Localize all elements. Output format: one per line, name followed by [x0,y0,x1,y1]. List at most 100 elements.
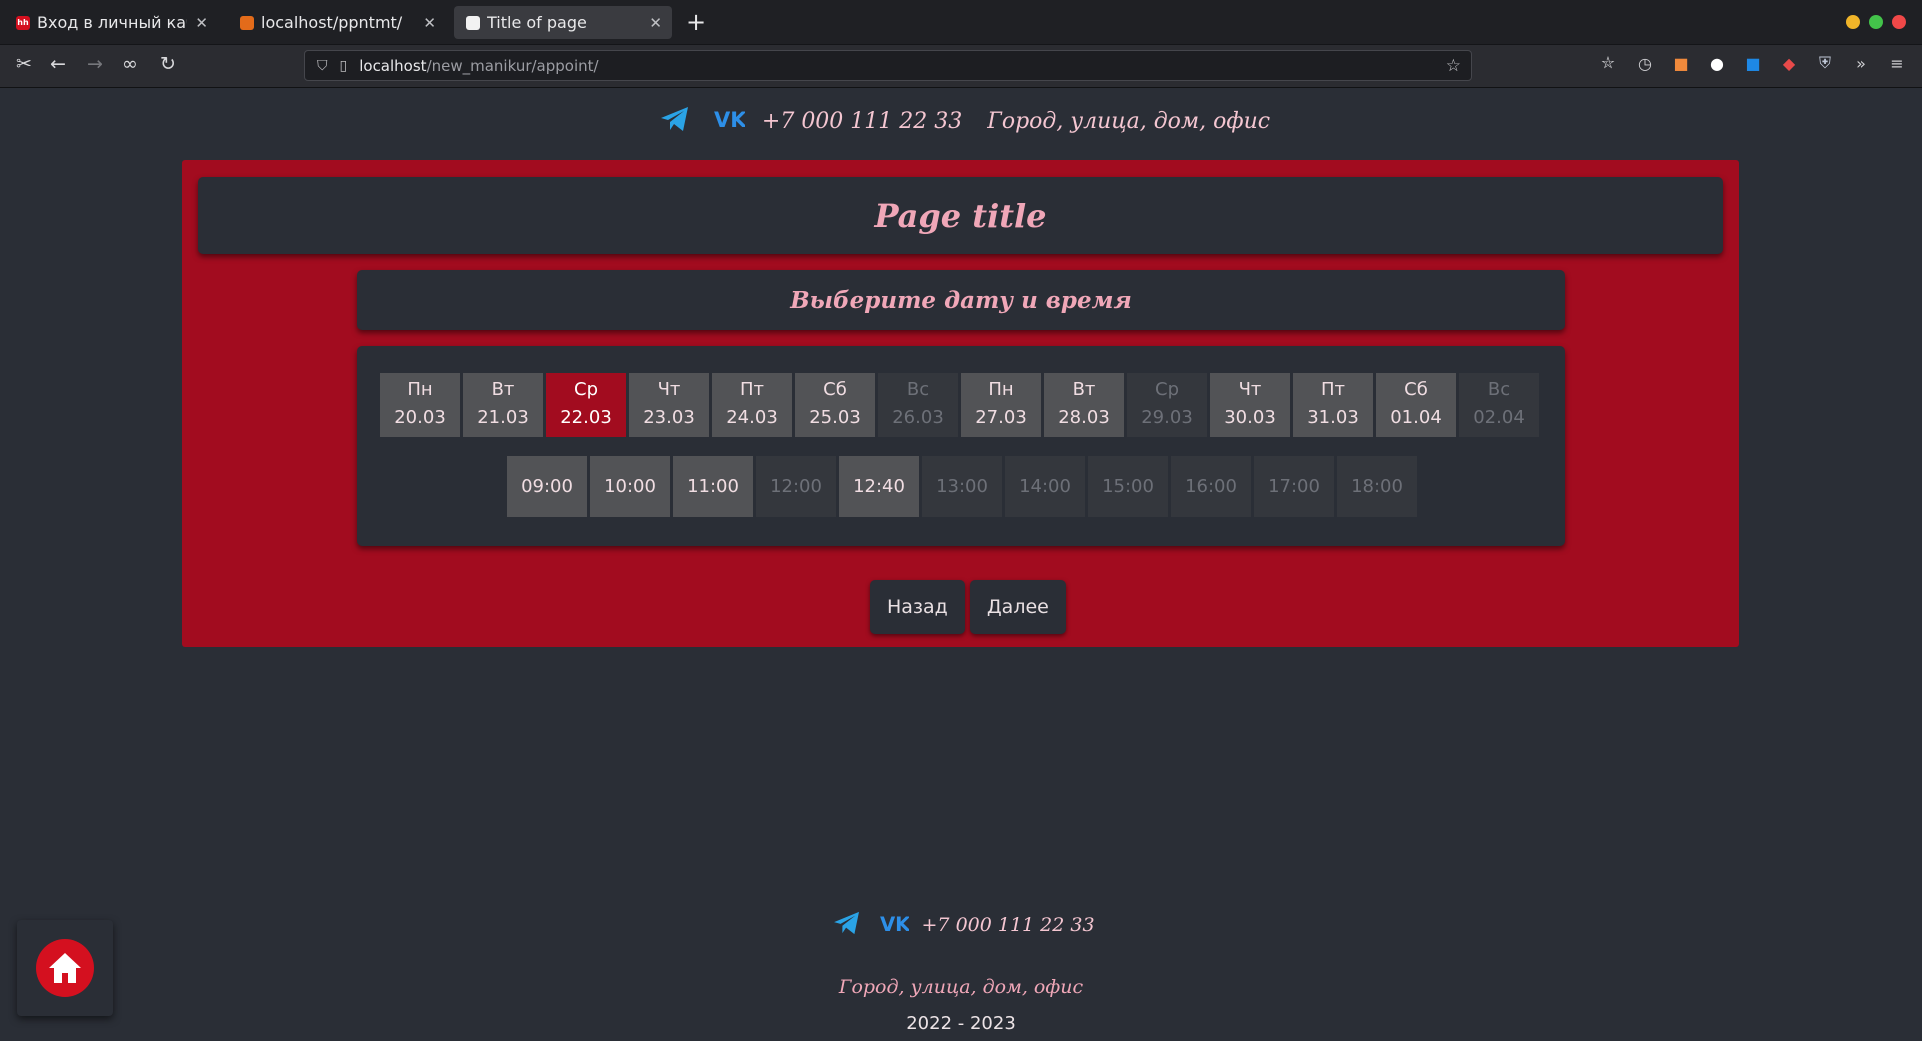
overflow-chevrons-icon[interactable]: » [1852,54,1870,73]
pocket-icon[interactable]: ⛥ [1599,53,1617,72]
day-date: 28.03 [1058,407,1110,428]
browser-tab-2[interactable]: localhost/ppntmt/ ✕ [228,6,446,39]
browser-tab-1[interactable]: hh Вход в личный кабинет ✕ [4,6,218,39]
page-favicon-icon [466,15,480,30]
footer-phone[interactable]: +7 000 111 22 33 [922,914,1095,936]
day-name: Пн [988,379,1014,400]
svg-text:VK: VK [880,914,909,933]
day-name: Сб [1404,379,1428,400]
close-tab-icon[interactable]: ✕ [195,14,208,32]
telegram-icon[interactable] [833,911,861,940]
day-cell[interactable]: Вт 28.03 [1044,373,1124,437]
day-name: Пн [407,379,433,400]
minimize-icon[interactable] [1846,15,1860,29]
day-name: Пт [739,379,765,400]
day-date: 20.03 [394,407,446,428]
day-cell[interactable]: Сб 25.03 [795,373,875,437]
appointment-panel: Page title Выберите дату и время Пн 20.03… [182,160,1739,647]
back-arrow-icon[interactable]: ← [50,53,66,75]
shield-extension-icon[interactable]: ⛨ [1816,53,1834,72]
time-slot-disabled: 13:00 [922,456,1002,517]
site-favicon-icon [240,15,254,30]
day-cell[interactable]: Пт 31.03 [1293,373,1373,437]
forward-arrow-icon[interactable]: → [87,53,103,75]
day-cell[interactable]: Чт 23.03 [629,373,709,437]
screenshot-icon[interactable]: ✂ [16,53,32,75]
time-slot-disabled: 17:00 [1254,456,1334,517]
trash-extension-icon[interactable]: ■ [1672,54,1690,73]
footer-years: 2022 - 2023 [906,1013,1016,1034]
private-mask-icon[interactable]: ∞ [122,53,138,75]
menu-hamburger-icon[interactable]: ≡ [1888,54,1906,73]
day-date: 24.03 [726,407,778,428]
close-tab-icon[interactable]: ✕ [423,14,436,32]
time-slot[interactable]: 12:40 [839,456,919,517]
close-window-icon[interactable] [1892,15,1906,29]
time-slot[interactable]: 11:00 [673,456,753,517]
footer-address: Город, улица, дом, офис [838,976,1084,998]
tab-title: localhost/ppntmt/ [261,13,403,32]
day-date: 30.03 [1224,407,1276,428]
tab-title: Вход в личный кабинет [37,13,187,32]
day-cell[interactable]: Вт 21.03 [463,373,543,437]
header-address: Город, улица, дом, офис [987,109,1271,134]
time-slot[interactable]: 10:00 [590,456,670,517]
vk-icon[interactable]: VK [879,913,911,938]
day-date: 26.03 [892,407,944,428]
day-name: Чт [1238,379,1262,400]
step-navigation: Назад Далее [870,580,1066,634]
date-time-picker: Пн 20.03 Вт 21.03 Ср 22.03 Чт 23.03 Пт 24.03 … [357,346,1565,546]
day-date: 02.04 [1473,407,1525,428]
day-name: Пт [1320,379,1346,400]
day-name: Ср [574,379,598,400]
url-path: /new_manikur/appoint/ [426,56,599,75]
day-cell-disabled: Ср 29.03 [1127,373,1207,437]
day-name: Сб [823,379,847,400]
day-date: 21.03 [477,407,529,428]
back-button[interactable]: Назад [870,580,965,634]
next-button[interactable]: Далее [969,580,1066,634]
header-phone[interactable]: +7 000 111 22 33 [762,109,962,134]
time-slot-disabled: 14:00 [1005,456,1085,517]
new-tab-icon[interactable]: + [686,8,706,36]
eraser-extension-icon[interactable]: ◆ [1780,54,1798,73]
vk-icon[interactable]: VK [713,108,747,135]
browser-navbar: ✂ ← → ∞ ↻ ⛉ ▯ localhost/new_manikur/appo… [0,45,1922,88]
day-name: Вс [1487,379,1511,400]
browser-tab-3-active[interactable]: Title of page ✕ [454,6,672,39]
day-name: Вс [906,379,930,400]
day-cell-disabled: Вс 02.04 [1459,373,1539,437]
day-date: 29.03 [1141,407,1193,428]
day-cell[interactable]: Пт 24.03 [712,373,792,437]
history-clock-icon[interactable]: ◷ [1636,54,1654,73]
maximize-icon[interactable] [1869,15,1883,29]
day-date: 31.03 [1307,407,1359,428]
day-cell-selected[interactable]: Ср 22.03 [546,373,626,437]
telegram-icon[interactable] [660,106,690,138]
reload-icon[interactable]: ↻ [160,53,176,75]
s-extension-icon[interactable]: ● [1708,54,1726,73]
time-slot-disabled: 16:00 [1171,456,1251,517]
browser-tabbar: hh Вход в личный кабинет ✕ localhost/ppn… [0,0,1922,45]
day-cell[interactable]: Пн 27.03 [961,373,1041,437]
day-cell[interactable]: Пн 20.03 [380,373,460,437]
time-slot-disabled: 18:00 [1337,456,1417,517]
close-tab-icon[interactable]: ✕ [649,14,662,32]
skype-extension-icon[interactable]: ■ [1744,54,1762,73]
page-info-icon[interactable]: ▯ [340,58,348,74]
url-bar[interactable]: ⛉ ▯ localhost/new_manikur/appoint/ ☆ [304,50,1472,81]
day-date: 23.03 [643,407,695,428]
day-name: Вт [491,379,515,400]
time-slot-disabled: 15:00 [1088,456,1168,517]
day-cell-disabled: Вс 26.03 [878,373,958,437]
day-cell[interactable]: Чт 30.03 [1210,373,1290,437]
day-name: Чт [657,379,681,400]
time-slot-list: 09:00 10:00 11:00 12:00 12:40 13:00 14:0… [507,456,1417,517]
section-subtitle: Выберите дату и время [357,270,1565,330]
url-host: localhost [359,56,427,75]
window-controls [1846,15,1906,29]
time-slot[interactable]: 09:00 [507,456,587,517]
bookmark-star-icon[interactable]: ☆ [1446,56,1461,76]
shield-icon[interactable]: ⛉ [317,58,328,74]
day-cell[interactable]: Сб 01.04 [1376,373,1456,437]
